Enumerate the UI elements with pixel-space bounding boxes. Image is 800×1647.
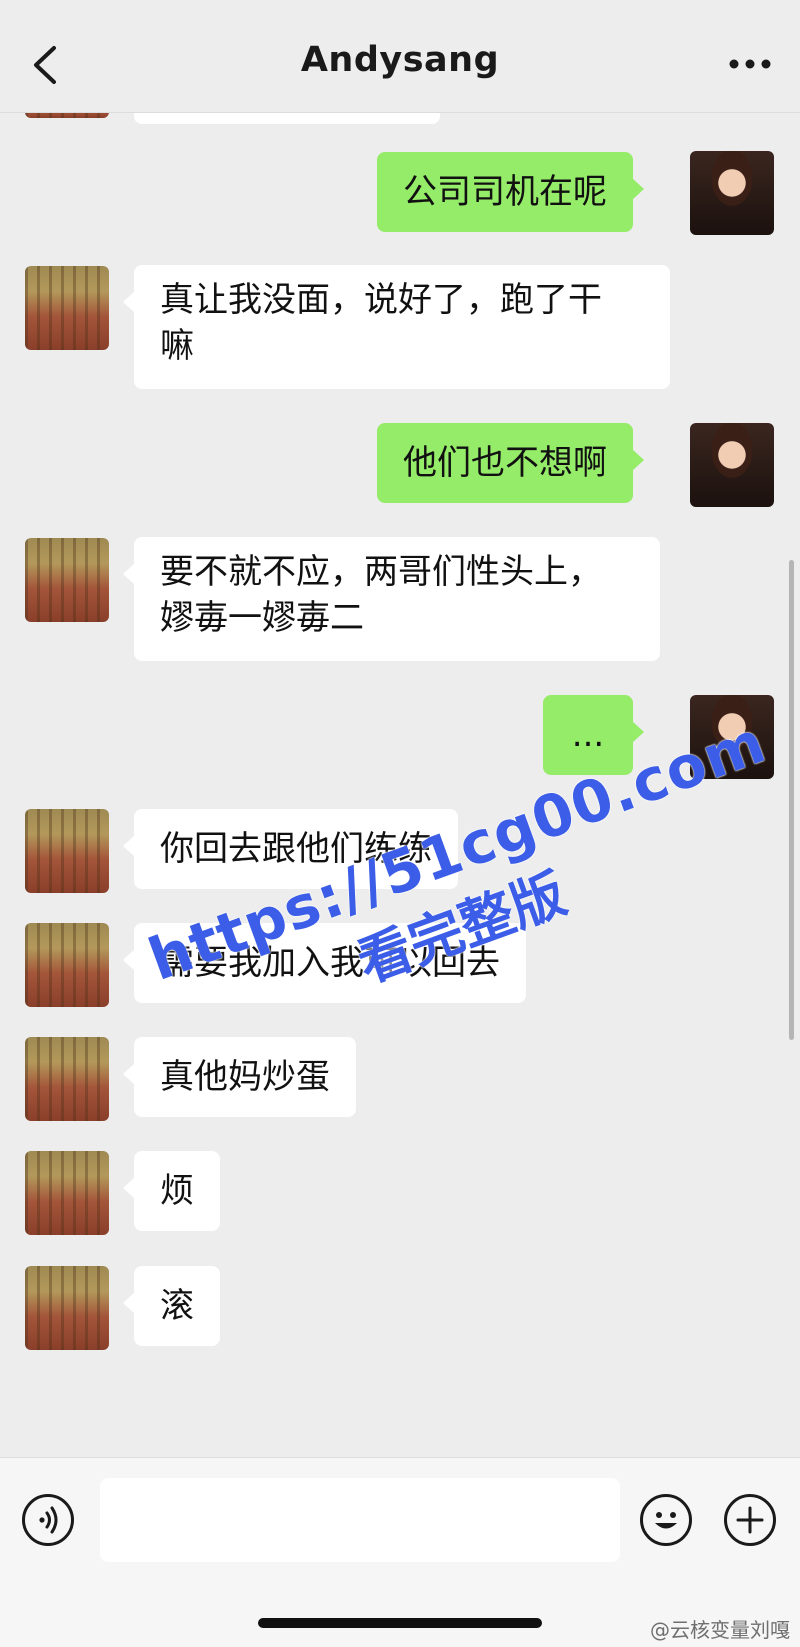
message-bubble-incoming[interactable]: 需要我加入我可以回去 [123,923,526,1003]
message-bubble-outgoing[interactable]: ... [543,695,644,775]
home-indicator[interactable] [258,1618,542,1628]
user-avatar[interactable] [690,695,774,779]
message-bubble-outgoing[interactable]: 公司司机在呢 [377,152,644,232]
contact-avatar[interactable] [25,809,109,893]
plus-icon[interactable] [724,1494,776,1546]
message-list[interactable]: 公司司机在呢 真让我没面，说好了，跑了干 嘛 他们也不想啊 要不就不应，两哥们性… [0,112,800,1457]
message-bubble-partial [134,112,440,124]
message-bubble-incoming[interactable]: 滚 [123,1266,220,1346]
emoji-icon[interactable] [640,1494,692,1546]
source-credit: @云核变量刘嘎 [650,1618,790,1642]
message-bubble-outgoing[interactable]: 他们也不想啊 [377,423,644,503]
input-bar: @云核变量刘嘎 [0,1457,800,1647]
message-input[interactable] [100,1478,620,1562]
contact-avatar[interactable] [25,1266,109,1350]
chat-header: Andysang [0,0,800,113]
contact-avatar[interactable] [25,923,109,1007]
message-bubble-incoming[interactable]: 烦 [123,1151,220,1231]
contact-avatar[interactable] [25,266,109,350]
message-bubble-incoming[interactable]: 要不就不应，两哥们性头上， 嫪毐一嫪毐二 [123,537,660,661]
user-avatar[interactable] [690,151,774,235]
contact-avatar[interactable] [25,1037,109,1121]
more-dots-icon[interactable] [726,54,774,74]
contact-avatar[interactable] [25,1151,109,1235]
scrollbar[interactable] [789,560,794,1040]
message-bubble-incoming[interactable]: 真让我没面，说好了，跑了干 嘛 [123,265,670,389]
message-bubble-incoming[interactable]: 你回去跟他们练练 [123,809,458,889]
voice-icon[interactable] [22,1494,74,1546]
message-bubble-incoming[interactable]: 真他妈炒蛋 [123,1037,356,1117]
chat-title: Andysang [300,40,500,80]
contact-avatar[interactable] [25,538,109,622]
user-avatar[interactable] [690,423,774,507]
